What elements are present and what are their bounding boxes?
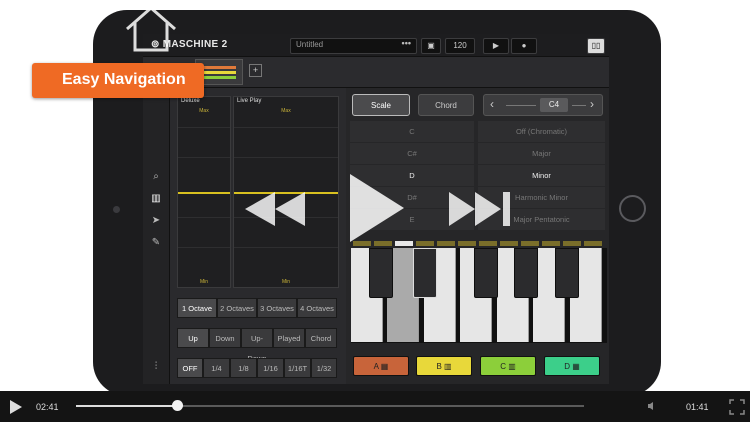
scale-type-item[interactable]: Major	[478, 143, 605, 165]
black-key[interactable]	[474, 248, 498, 298]
rate-thirtysecond-button[interactable]: 1/32	[311, 358, 337, 378]
easy-navigation-label: Easy Navigation	[62, 71, 186, 88]
group-a-button[interactable]: A ▦	[353, 356, 409, 376]
rate-quarter-button[interactable]: 1/4	[203, 358, 230, 378]
seek-knob[interactable]	[172, 400, 184, 411]
black-key[interactable]	[514, 248, 538, 298]
octave-button-4[interactable]: 4 Octaves	[297, 298, 337, 318]
rate-off-button[interactable]: OFF	[177, 358, 203, 378]
key-line-left	[506, 105, 536, 106]
home-button[interactable]	[619, 195, 646, 222]
group-d-button[interactable]: D ▦	[544, 356, 600, 376]
record-button[interactable]: ●	[511, 38, 537, 54]
touch-strip-1[interactable]: Deluxe Max Min	[177, 96, 231, 288]
octave-button-1[interactable]: 1 Octave	[177, 298, 217, 318]
strip-label: Deluxe	[181, 98, 200, 104]
arp-up-button[interactable]: Up	[177, 328, 209, 348]
strip-min-label: Min	[199, 279, 209, 285]
camera-dot	[113, 206, 120, 213]
skip-forward-icon[interactable]	[447, 190, 513, 228]
arp-updown-button[interactable]: Up-Down	[241, 328, 273, 363]
strip-max-label: Max	[199, 108, 209, 114]
rate-sixteenth-button[interactable]: 1/16	[257, 358, 284, 378]
strip-label: Live Play	[237, 98, 262, 104]
strip-min-label: Min	[281, 279, 291, 285]
group-label: B	[436, 362, 442, 371]
play-icon[interactable]	[346, 172, 408, 244]
player-play-icon[interactable]	[8, 399, 24, 415]
black-key[interactable]	[369, 248, 393, 298]
scale-type-item[interactable]: Minor	[478, 165, 605, 187]
remaining-time: 01:41	[686, 402, 709, 412]
video-player-bar: 02:41 01:41	[0, 391, 750, 422]
octave-button-3[interactable]: 3 Octaves	[257, 298, 297, 318]
strip-max-label: Max	[281, 108, 291, 114]
key-led	[542, 241, 560, 246]
key-value: C4	[540, 98, 568, 112]
strip-level-line	[178, 192, 230, 194]
key-led	[584, 241, 602, 246]
chord-mode-button[interactable]: Chord	[418, 94, 474, 116]
piano-keyboard	[351, 248, 607, 343]
pencil-icon[interactable]: ✎	[147, 234, 165, 252]
select-arrow-icon[interactable]: ➤	[147, 212, 165, 230]
key-led	[437, 241, 455, 246]
key-led	[500, 241, 518, 246]
key-next-icon[interactable]: ›	[590, 97, 594, 111]
pattern-bar: +	[143, 57, 609, 88]
pattern-stripe-green	[202, 76, 236, 79]
group-label: C	[500, 362, 506, 371]
key-line-right	[572, 105, 586, 106]
home-icon[interactable]	[123, 5, 179, 53]
key-led	[479, 241, 497, 246]
pattern-stripe-orange	[202, 66, 236, 69]
root-note-item[interactable]: C#	[350, 143, 474, 165]
black-key[interactable]	[413, 248, 437, 298]
list-menu-icon[interactable]	[30, 4, 84, 54]
project-title-field[interactable]: Untitled •••	[290, 38, 417, 54]
save-icon[interactable]: ▣	[421, 38, 441, 54]
seek-progress	[76, 405, 178, 407]
project-title: Untitled	[296, 40, 324, 49]
key-selector[interactable]: ‹ C4 ›	[483, 94, 603, 116]
root-note-item[interactable]: C	[350, 121, 474, 143]
project-menu-icon[interactable]: •••	[402, 38, 411, 48]
key-prev-icon[interactable]: ‹	[490, 97, 494, 111]
group-label: A	[373, 362, 379, 371]
arp-chord-button[interactable]: Chord	[305, 328, 337, 348]
arp-played-button[interactable]: Played	[273, 328, 305, 348]
mixer-icon[interactable]: ▥	[147, 190, 165, 208]
rewind-icon[interactable]	[243, 190, 307, 228]
volume-icon[interactable]	[647, 402, 657, 410]
key-led	[458, 241, 476, 246]
elapsed-time: 02:41	[36, 402, 59, 412]
add-pattern-button[interactable]: +	[249, 64, 262, 77]
scale-type-item[interactable]: Off (Chromatic)	[478, 121, 605, 143]
fullscreen-icon[interactable]	[729, 399, 745, 415]
airplay-icon[interactable]	[687, 8, 739, 50]
rate-sixteenth-triplet-button[interactable]: 1/16T	[284, 358, 311, 378]
key-led	[563, 241, 581, 246]
app-top-bar: ⊚ MASCHINE 2 Untitled ••• ▣ 120 ▶ ● ▯▯	[143, 34, 609, 57]
easy-navigation-badge: Easy Navigation	[32, 63, 204, 98]
scale-mode-button[interactable]: Scale	[352, 94, 410, 116]
rate-eighth-button[interactable]: 1/8	[230, 358, 257, 378]
arp-down-button[interactable]: Down	[209, 328, 241, 348]
group-b-button[interactable]: B ▥	[416, 356, 472, 376]
black-key[interactable]	[555, 248, 579, 298]
key-led	[521, 241, 539, 246]
left-tool-strip: ⌕ ▥ ➤ ✎ ⫶	[143, 88, 170, 384]
tempo-display[interactable]: 120	[445, 38, 475, 54]
play-button[interactable]: ▶	[483, 38, 509, 54]
octave-button-2[interactable]: 2 Octaves	[217, 298, 257, 318]
group-c-button[interactable]: C ▥	[480, 356, 536, 376]
pattern-stripe-yellow	[202, 71, 236, 74]
browser-toggle-icon[interactable]: ▯▯	[587, 38, 605, 54]
search-icon[interactable]: ⌕	[147, 168, 165, 186]
group-label: D	[564, 362, 570, 371]
settings-sliders-icon[interactable]: ⫶	[147, 358, 165, 376]
key-led	[416, 241, 434, 246]
